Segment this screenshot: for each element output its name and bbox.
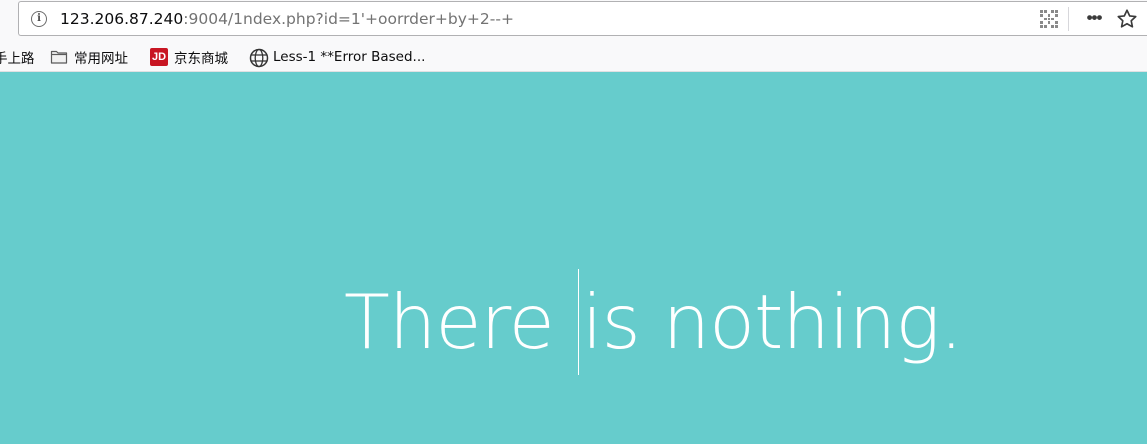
bookmark-item[interactable]: 手上路 [0,47,35,67]
jd-logo-icon: JD [150,48,168,66]
divider [1068,7,1069,31]
bookmark-label: 京东商城 [174,51,228,67]
headline: There is nothing. [344,269,963,375]
address-bar[interactable]: i 123.206.87.240:9004/1ndex.php?id=1'+oo… [18,1,1147,36]
qr-code-icon[interactable] [1040,10,1058,28]
info-icon[interactable]: i [31,11,47,27]
bookmark-label: Less-1 **Error Based... [273,49,426,65]
text-caret [577,269,579,375]
folder-icon [50,48,68,66]
url-host: 123.206.87.240 [60,10,184,28]
navigation-toolbar: i 123.206.87.240:9004/1ndex.php?id=1'+oo… [0,0,1147,42]
bookmark-label: 常用网址 [74,51,128,67]
page-content: There is nothing. [0,72,1147,444]
bookmark-folder-common-sites[interactable]: 常用网址 [50,47,128,67]
headline-word-before-caret: There [344,278,555,366]
more-actions-icon[interactable]: ••• [1082,7,1106,29]
url-text[interactable]: 123.206.87.240:9004/1ndex.php?id=1'+oorr… [60,9,514,29]
bookmark-less-1[interactable]: Less-1 **Error Based... [249,47,426,68]
star-icon[interactable] [1116,8,1138,30]
url-path: :9004/1ndex.php?id=1'+oorrder+by+2--+ [183,10,514,28]
bookmarks-toolbar: 手上路 常用网址 JD 京东商城 Less-1 **Error Based... [0,42,1147,72]
bookmark-jd-mall[interactable]: JD 京东商城 [150,47,228,67]
headline-words-after-caret: is nothing. [581,278,963,366]
globe-icon [249,48,269,68]
bookmark-label: 手上路 [0,51,35,67]
